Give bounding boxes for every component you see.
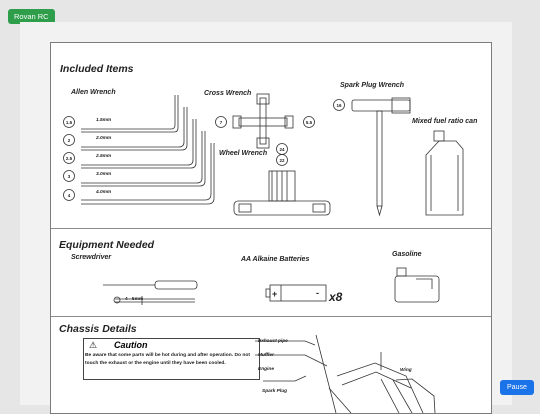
allen-size-number: 2.5 — [66, 156, 73, 161]
cross-wrench-drawing — [215, 93, 315, 149]
manual-page: Included Items Allen Wrench Cross Wrench… — [50, 42, 492, 414]
allen-size-number: 2 — [68, 138, 71, 143]
cross-size-number: 7 — [220, 120, 223, 125]
allen-size-number: 4 — [68, 193, 71, 198]
spark-size-number: 16 — [336, 103, 342, 108]
fuel-can-drawing — [425, 130, 464, 216]
wheel-size-number: 22 — [279, 158, 285, 163]
manual-illustrations: 1.5 2 2.5 3 4 7 5.5 16 24 22 + - — [63, 93, 464, 413]
chassis-drawing — [255, 334, 436, 413]
battery-minus: - — [316, 288, 319, 298]
screwdriver-drawing — [103, 280, 198, 305]
pause-button[interactable]: Pause — [500, 380, 534, 395]
spark-plug-wrench-drawing — [333, 97, 411, 217]
wheel-size-number: 24 — [279, 147, 285, 152]
allen-wrench-drawing — [81, 95, 215, 205]
battery-plus: + — [272, 289, 277, 299]
allen-size-number: 3 — [68, 174, 71, 179]
cross-size-number: 5.5 — [306, 120, 313, 125]
allen-size-number: 1.5 — [66, 120, 73, 125]
wheel-wrench-drawing — [233, 143, 331, 216]
gasoline-can-drawing — [394, 267, 440, 303]
